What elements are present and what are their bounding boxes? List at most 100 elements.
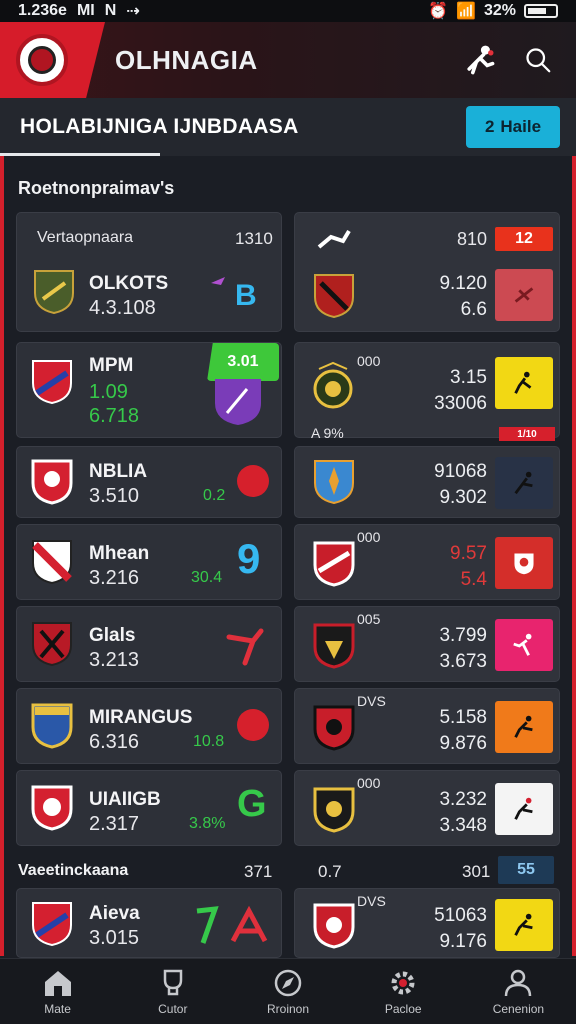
stat-secondary: 3.673 [439, 651, 487, 672]
team-extra: 10.8 [193, 733, 225, 750]
match-card-right[interactable]: 91068 9.302 [294, 446, 560, 518]
section-title-2: Vaeetinckaana [18, 862, 129, 879]
team-crest-icon [313, 787, 355, 833]
action-button[interactable]: 2 Haile [466, 106, 560, 148]
card-label: DVS [357, 893, 386, 909]
team-crest-icon [33, 269, 75, 315]
action-button-label: Haile [500, 117, 542, 136]
action-tile[interactable] [495, 701, 553, 753]
sub-header: HOLABIJNIGA IJNBDAASA 2 Haile [0, 98, 576, 156]
team-name: Aieva [89, 903, 140, 924]
action-tile[interactable] [495, 619, 553, 671]
card-value: 810 [457, 229, 488, 249]
subheader-title[interactable]: HOLABIJNIGA IJNBDAASA [20, 115, 299, 139]
action-tile[interactable] [495, 357, 553, 409]
status-time: 1.236e [18, 2, 67, 19]
action-tile[interactable] [495, 457, 553, 509]
team-extra: 0.2 [203, 487, 226, 504]
team-score: 3.216 [89, 567, 140, 589]
team-name: Glals [89, 625, 136, 646]
match-card-left[interactable]: Aieva 3.015 [16, 888, 282, 958]
stat-secondary: 9.876 [439, 733, 487, 754]
stat-numbers: 3.232 3.348 [439, 787, 487, 839]
team-extra: 3.8% [189, 815, 226, 832]
team-crest-icon [313, 273, 355, 319]
stat-primary: 5.158 [439, 707, 487, 728]
status-bar: 1.236e MI N ⇢ ⏰ 📶 32% [0, 0, 576, 22]
action-tile[interactable] [495, 537, 553, 589]
section2-col2: 0.7 [318, 862, 342, 881]
stat-secondary: 33006 [434, 393, 487, 414]
match-card-right[interactable]: 005 3.799 3.673 [294, 606, 560, 682]
profile-icon [505, 969, 532, 996]
cup-icon [163, 969, 183, 995]
team-score-secondary: 6.718 [89, 405, 140, 427]
search-icon[interactable] [518, 40, 558, 80]
match-card-left[interactable]: MPM 1.09 6.718 3.01 [16, 342, 282, 438]
team-score: 3.510 [89, 485, 140, 507]
stat-numbers: 9.57 5.4 [450, 541, 487, 593]
logo[interactable] [0, 22, 105, 98]
section-title: Roetnonpraimav's [18, 178, 175, 198]
nav-label: Pacloe [384, 1001, 422, 1016]
stat-numbers: 91068 9.302 [434, 459, 487, 511]
action-button-icon: 2 [484, 117, 495, 136]
shield-icon [213, 377, 263, 427]
card-label: 005 [357, 611, 381, 627]
player-kick-icon[interactable] [460, 40, 500, 80]
battery-icon [524, 4, 558, 18]
stat-secondary: 3.348 [439, 815, 487, 836]
card-footer: A 9% [311, 425, 344, 441]
compass-icon [274, 969, 302, 996]
match-card-right[interactable]: 810 12 9.120 6.6 [294, 212, 560, 332]
team-crest-icon [31, 785, 73, 831]
team-score: 6.316 [89, 731, 140, 753]
action-tile[interactable] [495, 783, 553, 835]
nav-item-cup[interactable]: Cutor [115, 959, 230, 1024]
navigation-arrow-icon: ⇢ [126, 3, 140, 20]
nav-item-profile[interactable]: Cenenion [461, 959, 576, 1024]
team-name: MIRANGUS [89, 707, 193, 728]
match-card-right[interactable]: 000 3.15 33006 A 9% 1/10 [294, 342, 560, 441]
nav-item-compass[interactable]: Rroinon [230, 959, 345, 1024]
action-tile[interactable] [495, 269, 553, 321]
nav-item-settings[interactable]: Pacloe [346, 959, 461, 1024]
section2-col1: 371 [244, 862, 273, 881]
stat-secondary: 9.302 [439, 487, 487, 508]
nav-label: Cenenion [492, 1001, 545, 1016]
wifi-icon: 📶 [456, 3, 476, 20]
stat-primary: 3.232 [439, 789, 487, 810]
swoosh-icon: B [207, 273, 267, 313]
match-card-left[interactable]: Glals 3.213 [16, 606, 282, 682]
team-crest-icon [313, 903, 355, 949]
stat-primary: 3.799 [439, 625, 487, 646]
team-score: 3.213 [89, 649, 140, 671]
match-card-right[interactable]: 000 3.232 3.348 [294, 770, 560, 846]
match-card-right[interactable]: 000 9.57 5.4 [294, 524, 560, 600]
app-header: OLHNAGIA [0, 22, 576, 98]
red-badge-icon [237, 709, 269, 741]
player-icon [223, 623, 267, 667]
status-extra: N [104, 2, 117, 19]
nav-item-home[interactable]: Mate [0, 959, 115, 1024]
match-card-right[interactable]: DVS 51063 9.176 [294, 888, 560, 958]
match-card-left[interactable]: Mhean 3.216 30.4 9 [16, 524, 282, 600]
team-score: 4.3.108 [89, 297, 156, 319]
card-header-value: 1310 [235, 229, 273, 248]
team-score: 3.015 [89, 927, 140, 949]
match-card-left[interactable]: NBLIA 3.510 0.2 [16, 446, 282, 518]
team-name: MPM [89, 355, 134, 376]
battery-text: 32% [483, 2, 516, 19]
stat-secondary: 9.176 [439, 931, 487, 952]
match-card-right[interactable]: DVS 5.158 9.876 [294, 688, 560, 764]
team-crest-icon [31, 459, 73, 505]
match-card-left[interactable]: UIAIIGB 2.317 3.8% G [16, 770, 282, 846]
card-label: 000 [357, 775, 381, 791]
g-logo-icon: G [237, 783, 267, 825]
stat-numbers: 5.158 9.876 [439, 705, 487, 757]
match-card-left[interactable]: Vertaopnaara 1310 OLKOTS 4.3.108 B [16, 212, 282, 332]
team-crest-icon [31, 359, 73, 405]
team-crest-icon [31, 621, 73, 667]
action-tile[interactable] [495, 899, 553, 951]
match-card-left[interactable]: MIRANGUS 6.316 10.8 [16, 688, 282, 764]
